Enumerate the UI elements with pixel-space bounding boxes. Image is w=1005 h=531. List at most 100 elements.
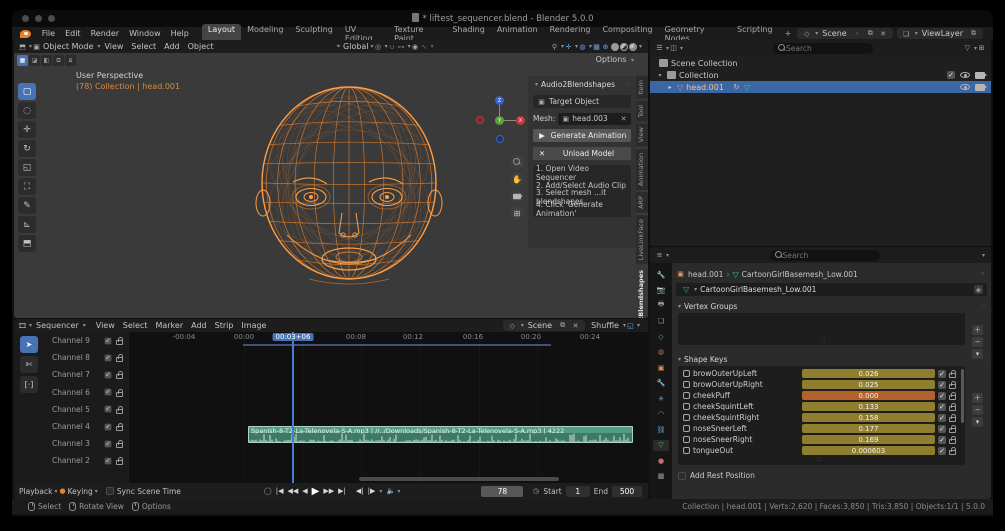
mode-dropdown[interactable]: Object Mode <box>43 42 93 51</box>
menu-item[interactable]: Window <box>124 29 166 38</box>
overlap-mode-dropdown[interactable]: Shuffle <box>591 321 619 330</box>
play-reverse-button[interactable]: ◀ <box>300 487 309 495</box>
search-input[interactable] <box>783 251 863 260</box>
frame-step-forward-button[interactable]: |▶ <box>366 487 378 495</box>
vertex-group-specials-icon[interactable]: ▾ <box>972 349 983 359</box>
snap-magnet-icon[interactable]: ∪ <box>388 42 397 51</box>
shape-keys-list[interactable]: browOuterUpLeft 0.026 ✓ browOuterUpRight… <box>678 366 965 465</box>
channel-lock-icon[interactable] <box>116 426 123 431</box>
shape-key-name[interactable]: cheekSquintLeft <box>693 402 799 411</box>
snap-target-icon[interactable]: ⊶ <box>397 42 406 51</box>
shape-key-name[interactable]: cheekSquintRight <box>693 413 799 422</box>
search-input[interactable] <box>786 44 866 53</box>
add-vertex-group-button[interactable]: ＋ <box>972 325 983 335</box>
expand-icon[interactable]: ▾ <box>656 72 664 79</box>
shape-key-lock-icon[interactable] <box>949 395 956 400</box>
filter-icon[interactable]: ▽ <box>963 44 972 53</box>
shape-keys-scrollbar[interactable] <box>961 369 964 423</box>
breadcrumb-data[interactable]: CartoonGirlBasemesh_Low.001 <box>742 270 858 279</box>
blender-logo-icon[interactable] <box>20 30 31 38</box>
menu-item[interactable]: Edit <box>60 29 86 38</box>
shape-key-name[interactable]: noseSneerRight <box>693 435 799 444</box>
channel-row[interactable]: Channel 2 ✓ <box>44 452 129 469</box>
options-dropdown-icon[interactable]: ▾ <box>982 252 985 259</box>
sequencer-menu-item[interactable]: Select <box>119 321 152 330</box>
collection-checkbox[interactable]: ✓ <box>947 71 955 79</box>
channel-lock-icon[interactable] <box>116 357 123 362</box>
add-primitive-tool-icon[interactable]: ⬒ <box>18 235 36 252</box>
jump-to-end-button[interactable]: ▶| <box>336 487 348 495</box>
shape-key-value-slider[interactable]: 0.177 <box>802 424 935 433</box>
current-frame-field[interactable]: 78 <box>481 486 523 497</box>
channel-mute-checkbox[interactable]: ✓ <box>105 458 112 465</box>
viewport-menu-item[interactable]: View <box>100 42 127 51</box>
viewport-mode-toggle-icon[interactable]: ⧉ <box>53 55 64 66</box>
add-workspace-button[interactable]: + <box>779 28 798 39</box>
breadcrumb-object[interactable]: head.001 <box>688 270 723 279</box>
navigation-gizmo[interactable]: Z X Y <box>470 93 530 151</box>
viewlayer-selector[interactable]: ❏▾ ViewLayer ⧉ <box>897 28 983 39</box>
hide-eye-icon[interactable] <box>960 84 970 90</box>
sidebar-tab[interactable]: Animation <box>636 149 648 190</box>
sequencer-menu-item[interactable]: View <box>92 321 119 330</box>
scene-properties-tab[interactable]: ◇ <box>653 331 669 342</box>
select-tool-icon[interactable]: ➤ <box>20 336 38 353</box>
shape-key-row[interactable]: browOuterUpLeft 0.026 ✓ <box>680 368 959 379</box>
shape-key-name[interactable]: tongueOut <box>693 446 799 455</box>
viewport-menu-item[interactable]: Object <box>184 42 218 51</box>
pin-icon[interactable]: ◦ <box>978 270 987 279</box>
channel-mute-checkbox[interactable]: ✓ <box>105 337 112 344</box>
add-rest-position-checkbox[interactable] <box>678 472 686 480</box>
channel-row[interactable]: Channel 4 ✓ <box>44 418 129 435</box>
blade-tool-icon[interactable]: ✄ <box>20 356 38 373</box>
shape-key-lock-icon[interactable] <box>949 417 956 422</box>
horizontal-scrollbar[interactable] <box>359 477 559 481</box>
object-properties-tab[interactable]: ▣ <box>653 362 669 373</box>
particles-properties-tab[interactable]: ✳ <box>653 393 669 404</box>
sound-tool-icon[interactable]: [⋅] <box>20 376 38 393</box>
shape-key-lock-icon[interactable] <box>949 428 956 433</box>
generate-animation-button[interactable]: ▶ Generate Animation <box>533 129 631 142</box>
end-frame-field[interactable]: 500 <box>612 486 642 497</box>
render-camera-icon[interactable] <box>975 84 985 91</box>
shape-key-name[interactable]: cheekPuff <box>693 391 799 400</box>
select-box-tool-icon[interactable]: ▢ <box>18 83 36 100</box>
editor-type-icon[interactable]: ≡ <box>655 251 664 260</box>
record-button[interactable]: ◯ <box>262 487 274 495</box>
display-mode-icon[interactable]: ◫ <box>669 44 678 53</box>
channel-mute-checkbox[interactable]: ✓ <box>105 372 112 379</box>
material-properties-tab[interactable]: ● <box>653 455 669 466</box>
channel-lock-icon[interactable] <box>116 443 123 448</box>
fake-user-icon[interactable]: ◈ <box>974 285 983 294</box>
channel-lock-icon[interactable] <box>116 392 123 397</box>
shape-key-name[interactable]: browOuterUpRight <box>693 380 799 389</box>
shape-key-row[interactable]: tongueOut 0.000603 ✓ <box>680 445 959 456</box>
channel-mute-checkbox[interactable]: ✓ <box>105 406 112 413</box>
viewport-mode-toggle-icon[interactable]: ◪ <box>29 55 40 66</box>
pan-view-icon[interactable]: ✋ <box>510 172 524 186</box>
sidebar-tab[interactable]: Tool <box>636 101 648 122</box>
gizmo-toggle-icon[interactable]: ✛ <box>564 42 573 51</box>
collection-row[interactable]: ▾ Collection ✓ <box>650 69 991 81</box>
falloff-icon[interactable]: ∿ <box>420 42 429 51</box>
gizmo-y-axis[interactable]: Y <box>495 116 504 125</box>
shape-keys-panel-header[interactable]: ▾ Shape Keys ∷ <box>672 353 991 365</box>
shape-key-checkbox[interactable]: ✓ <box>938 425 946 433</box>
shape-key-checkbox[interactable]: ✓ <box>938 414 946 422</box>
shading-wireframe-icon[interactable]: ⊕ <box>601 42 610 51</box>
shape-key-lock-icon[interactable] <box>949 439 956 444</box>
vertex-groups-list[interactable]: ∷ <box>678 313 965 345</box>
render-camera-icon[interactable] <box>975 72 985 79</box>
keying-dropdown[interactable]: Keying <box>68 487 93 496</box>
sequencer-menu-item[interactable]: Strip <box>211 321 238 330</box>
transform-tool-icon[interactable]: ⛶ <box>18 178 36 195</box>
shape-key-row[interactable]: noseSneerLeft 0.177 ✓ <box>680 423 959 434</box>
shape-key-checkbox[interactable]: ✓ <box>938 436 946 444</box>
menu-item[interactable]: File <box>37 29 60 38</box>
close-icon[interactable]: ✕ <box>879 29 888 38</box>
shape-key-name[interactable]: noseSneerLeft <box>693 424 799 433</box>
remove-shape-key-button[interactable]: − <box>972 405 983 415</box>
channel-mute-checkbox[interactable]: ✓ <box>105 389 112 396</box>
shape-key-specials-icon[interactable]: ▾ <box>972 417 983 427</box>
editor-type-icon[interactable]: 🎞 <box>18 321 27 330</box>
